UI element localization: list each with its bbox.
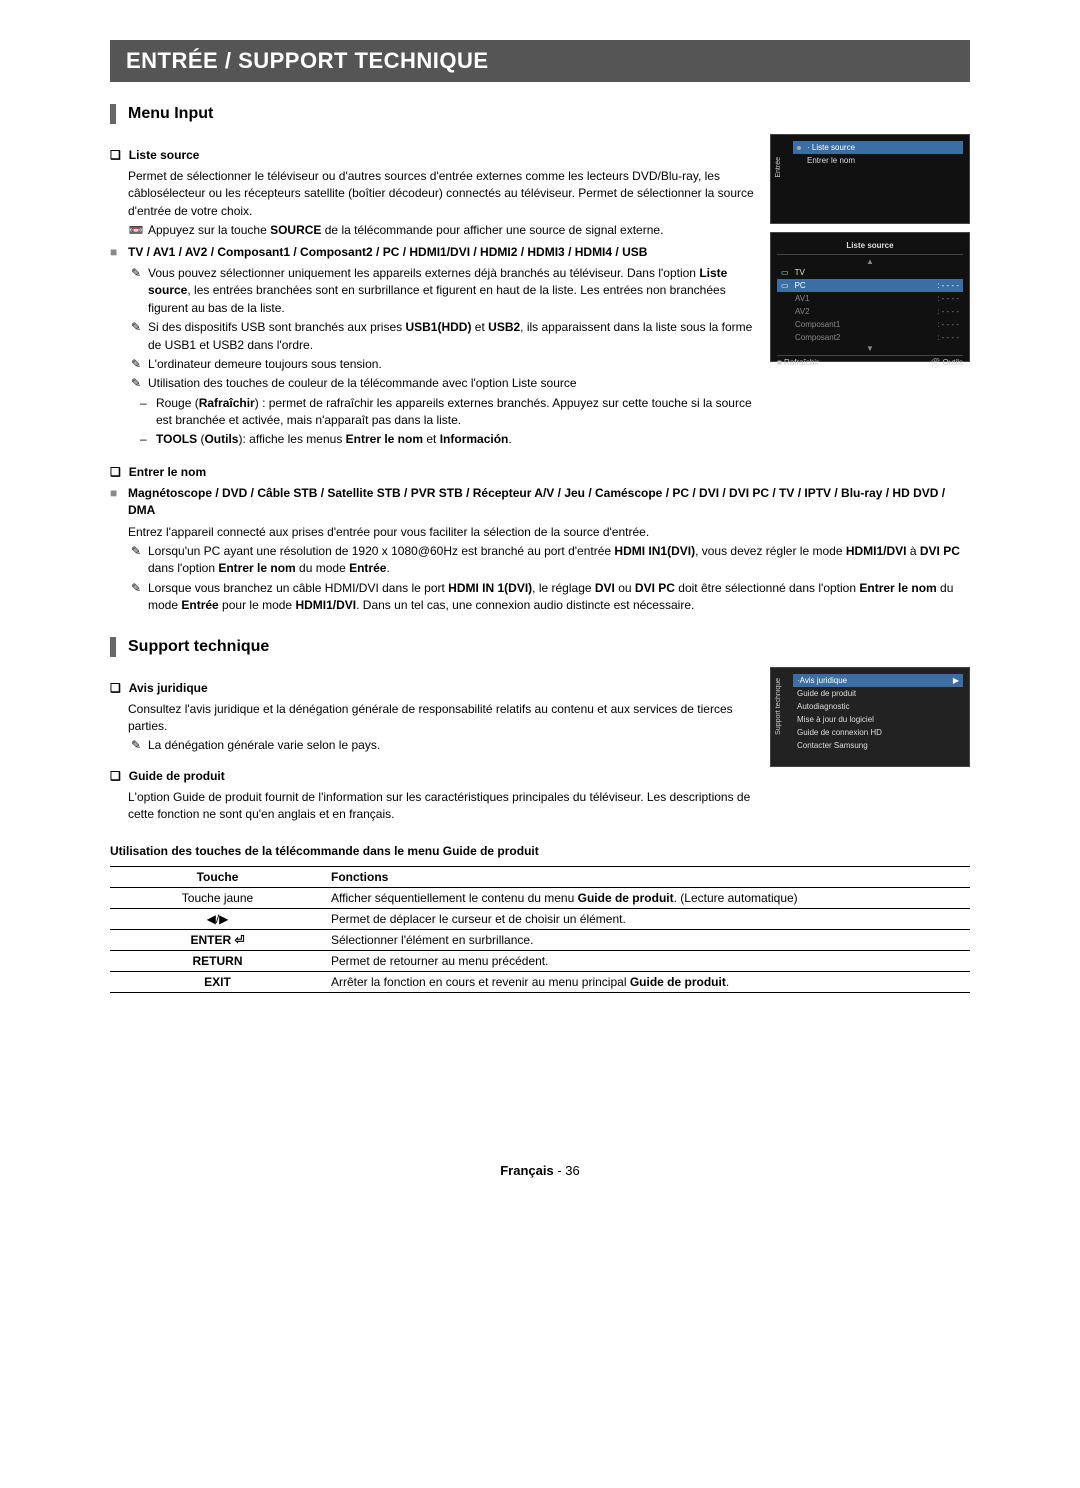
- pencil-icon: ✎: [128, 543, 144, 578]
- table-row: ENTER ⏎ Sélectionner l'élément en surbri…: [110, 929, 970, 950]
- col-fonctions: Fonctions: [325, 866, 970, 887]
- pencil-icon: ✎: [128, 356, 144, 373]
- ss-item: Guide de connexion HD: [793, 726, 963, 739]
- table-row: ◀/▶ Permet de déplacer le curseur et de …: [110, 908, 970, 929]
- table-row: EXIT Arrêter la fonction en cours et rev…: [110, 971, 970, 992]
- heading-text: Avis juridique: [129, 681, 208, 695]
- pencil-icon: ✎: [128, 580, 144, 615]
- heading-guide-produit: ❏ Guide de produit: [110, 769, 756, 783]
- ss-footer-refresh: ■ Rafraîchir: [777, 358, 819, 367]
- note-text: L'ordinateur demeure toujours sous tensi…: [148, 356, 382, 373]
- dash-bullet-icon: –: [140, 431, 156, 448]
- pencil-icon: ✎: [128, 319, 144, 354]
- ss-item-liste-source: · Liste source: [793, 141, 963, 154]
- note-text: Utilisation des touches de couleur de la…: [148, 375, 577, 392]
- ss-item-avis: · Avis juridique▶: [793, 674, 963, 687]
- checkbox-icon: ❏: [110, 769, 121, 783]
- checkbox-icon: ❏: [110, 681, 121, 695]
- page-footer: Français - 36: [110, 1163, 970, 1178]
- liste-source-screenshot: Liste source ▲ ▭TV ▭PC: - - - - AV1: - -…: [770, 232, 970, 362]
- heading-avis-juridique: ❏ Avis juridique: [110, 681, 756, 695]
- ss-footer-tools: 🛠 Outils: [930, 358, 963, 367]
- cell-fonction: Permet de déplacer le curseur et de choi…: [325, 908, 970, 929]
- section-title: Support technique: [128, 638, 269, 656]
- dash-bullet-icon: –: [140, 395, 156, 430]
- note-text: Appuyez sur la touche SOURCE de la téléc…: [148, 222, 663, 239]
- remote-icon: 📼: [128, 222, 144, 239]
- page-banner: ENTRÉE / SUPPORT TECHNIQUE: [110, 40, 970, 82]
- cell-fonction: Permet de retourner au menu précédent.: [325, 950, 970, 971]
- cell-touche-exit: EXIT: [110, 971, 325, 992]
- note-text: Lorsque vous branchez un câble HDMI/DVI …: [148, 580, 970, 615]
- section-title: Menu Input: [128, 105, 213, 123]
- section-bar-icon: [110, 104, 116, 124]
- paragraph: L'option Guide de produit fournit de l'i…: [128, 789, 756, 824]
- checkbox-icon: ❏: [110, 148, 121, 162]
- cell-touche: Touche jaune: [110, 887, 325, 908]
- table-header-row: Touche Fonctions: [110, 866, 970, 887]
- col-touche: Touche: [110, 866, 325, 887]
- table-row: Touche jaune Afficher séquentiellement l…: [110, 887, 970, 908]
- heading-text: Liste source: [129, 148, 200, 162]
- section-bar-icon: [110, 637, 116, 657]
- cell-touche-arrows: ◀/▶: [110, 908, 325, 929]
- pencil-icon: ✎: [128, 737, 144, 754]
- dash-text: TOOLS (Outils): affiche les menus Entrer…: [156, 431, 512, 448]
- devices-list: Magnétoscope / DVD / Câble STB / Satelli…: [128, 485, 970, 520]
- heading-liste-source: ❏ Liste source: [110, 148, 756, 162]
- paragraph: Consultez l'avis juridique et la dénégat…: [128, 701, 756, 736]
- note-text: Si des dispositifs USB sont branchés aux…: [148, 319, 756, 354]
- sidebar-label: Support technique: [775, 678, 782, 735]
- remote-controls-table: Touche Fonctions Touche jaune Afficher s…: [110, 866, 970, 993]
- ss-item: Contacter Samsung: [793, 739, 963, 752]
- dash-text: Rouge (Rafraîchir) : permet de rafraîchi…: [156, 395, 756, 430]
- ss-item: Guide de produit: [793, 687, 963, 700]
- square-bullet-icon: ■: [110, 485, 128, 520]
- checkbox-icon: ❏: [110, 465, 121, 479]
- menu-screenshot-entree: Entrée · Liste source Entrer le nom: [770, 134, 970, 224]
- table-row: RETURN Permet de retourner au menu précé…: [110, 950, 970, 971]
- cell-fonction: Sélectionner l'élément en surbrillance.: [325, 929, 970, 950]
- paragraph: Permet de sélectionner le téléviseur ou …: [128, 168, 756, 220]
- note-text: Vous pouvez sélectionner uniquement les …: [148, 265, 756, 317]
- ss-item-entrer-nom: Entrer le nom: [793, 154, 963, 167]
- ss-item: Autodiagnostic: [793, 700, 963, 713]
- heading-text: Guide de produit: [129, 769, 225, 783]
- note-text: Lorsqu'un PC ayant une résolution de 192…: [148, 543, 970, 578]
- ss-title: Liste source: [777, 239, 963, 252]
- note-text: La dénégation générale varie selon le pa…: [148, 737, 380, 754]
- heading-entrer-nom: ❏ Entrer le nom: [110, 465, 970, 479]
- sidebar-label: Entrée: [775, 157, 782, 178]
- cell-fonction: Arrêter la fonction en cours et revenir …: [325, 971, 970, 992]
- section-support-technique: Support technique: [110, 637, 970, 657]
- paragraph: Entrez l'appareil connecté aux prises d'…: [128, 524, 970, 541]
- source-list: TV / AV1 / AV2 / Composant1 / Composant2…: [128, 244, 647, 261]
- cell-touche-return: RETURN: [110, 950, 325, 971]
- ss-item: Mise à jour du logiciel: [793, 713, 963, 726]
- heading-text: Entrer le nom: [129, 465, 206, 479]
- table-title: Utilisation des touches de la télécomman…: [110, 844, 970, 858]
- pencil-icon: ✎: [128, 375, 144, 392]
- section-menu-input: Menu Input: [110, 104, 970, 124]
- pencil-icon: ✎: [128, 265, 144, 317]
- cell-fonction: Afficher séquentiellement le contenu du …: [325, 887, 970, 908]
- support-screenshot: Support technique · Avis juridique▶ Guid…: [770, 667, 970, 767]
- square-bullet-icon: ■: [110, 244, 128, 261]
- cell-touche-enter: ENTER ⏎: [110, 929, 325, 950]
